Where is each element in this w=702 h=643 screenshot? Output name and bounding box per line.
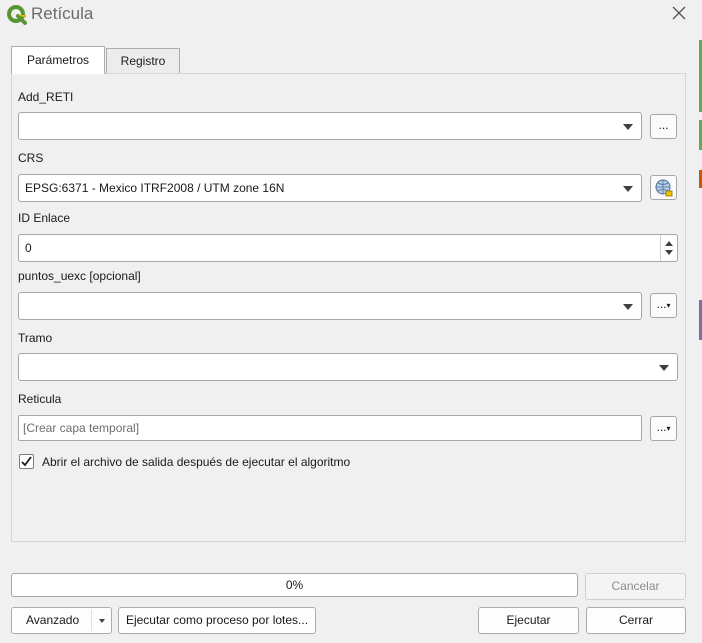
chevron-down-icon [623, 304, 633, 310]
tramo-label: Tramo [18, 331, 53, 345]
globe-projection-icon [655, 179, 672, 197]
crs-value: EPSG:6371 - Mexico ITRF2008 / UTM zone 1… [25, 181, 285, 195]
add-reti-label: Add_RETI [18, 90, 74, 104]
tab-parametros[interactable]: Parámetros [11, 46, 105, 74]
spin-up-icon[interactable] [665, 241, 673, 246]
close-icon[interactable] [671, 5, 687, 21]
id-enlace-value: 0 [25, 241, 32, 255]
chevron-down-icon [659, 365, 669, 371]
spinbox-divider [660, 235, 661, 261]
add-reti-browse-button[interactable]: ... [650, 114, 677, 139]
small-arrow-icon: ▾ [666, 301, 671, 310]
reticula-output-field[interactable]: [Crear capa temporal] [18, 415, 642, 441]
progress-text: 0% [285, 578, 304, 592]
small-arrow-icon: ▾ [666, 424, 671, 433]
open-output-label: Abrir el archivo de salida después de ej… [42, 455, 351, 469]
puntos-uexc-label: puntos_uexc [opcional] [18, 269, 141, 283]
reticula-browse-button[interactable]: ...▾ [650, 416, 677, 441]
qgis-logo-icon [7, 5, 27, 25]
open-output-checkbox[interactable] [19, 454, 34, 469]
title-bar: Retícula [0, 0, 702, 30]
advanced-button[interactable]: Avanzado [11, 607, 112, 634]
dropdown-separator [91, 610, 92, 631]
spin-down-icon[interactable] [665, 250, 673, 255]
puntos-uexc-browse-label: ... [656, 297, 667, 311]
crs-select-button[interactable] [650, 175, 677, 200]
puntos-uexc-combo[interactable] [18, 292, 642, 320]
tramo-combo[interactable] [18, 353, 678, 381]
advanced-label: Avanzado [26, 613, 80, 627]
chevron-down-icon [99, 619, 105, 623]
chevron-down-icon [623, 124, 633, 130]
crs-label: CRS [18, 151, 44, 165]
run-button[interactable]: Ejecutar [478, 607, 579, 634]
tab-registro[interactable]: Registro [106, 48, 180, 73]
chevron-down-icon [623, 186, 633, 192]
checkmark-icon [21, 456, 32, 467]
progress-bar: 0% [11, 573, 578, 597]
id-enlace-label: ID Enlace [18, 211, 71, 225]
puntos-uexc-browse-button[interactable]: ...▾ [650, 293, 677, 318]
cancel-button[interactable]: Cancelar [585, 573, 686, 600]
reticula-browse-label: ... [656, 420, 667, 434]
batch-process-button[interactable]: Ejecutar como proceso por lotes... [118, 607, 316, 634]
id-enlace-spinbox[interactable]: 0 [18, 234, 678, 262]
window-title: Retícula [31, 4, 94, 23]
close-button[interactable]: Cerrar [586, 607, 686, 634]
crs-combo[interactable]: EPSG:6371 - Mexico ITRF2008 / UTM zone 1… [18, 174, 642, 202]
add-reti-combo[interactable] [18, 112, 642, 140]
reticula-label: Reticula [18, 392, 62, 406]
